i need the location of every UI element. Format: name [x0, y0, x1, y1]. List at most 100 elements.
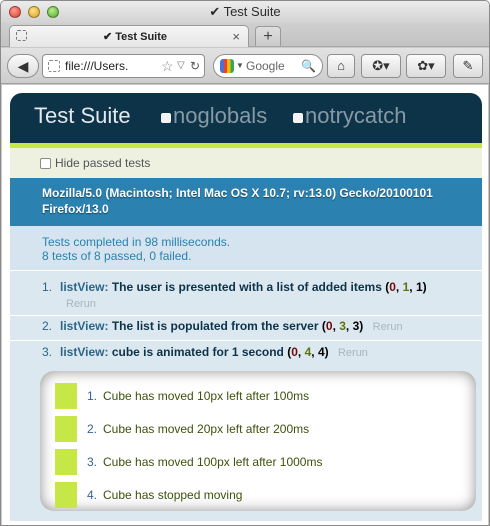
test-item-2[interactable]: 2. listView: The list is populated from … [10, 318, 482, 338]
tab-close-icon[interactable]: × [232, 26, 240, 48]
qunit-toolbar: Hide passed tests [10, 148, 482, 178]
counts-close-paren: ) [359, 319, 364, 333]
zoom-window-button[interactable] [47, 6, 59, 18]
test-results-summary: Tests completed in 98 milliseconds. 8 te… [10, 226, 482, 270]
assertion-item: 1. Cube has moved 10px left after 100ms [55, 383, 455, 409]
results-duration: Tests completed in 98 milliseconds. [42, 235, 231, 249]
test-description[interactable]: listView: The list is populated from the… [60, 318, 450, 335]
counts-separator: , [395, 280, 403, 294]
counts-separator: , [311, 345, 318, 359]
noglobals-label[interactable]: noglobals [173, 93, 267, 139]
address-text[interactable]: file:///Users. [65, 55, 128, 77]
assertion-number: 3. [87, 455, 98, 469]
title-bar: ✔ Test Suite [1, 1, 489, 23]
assertion-text: Cube has moved 20px left after 200ms [103, 422, 310, 436]
qunit-panel: Test Suite noglobals notrycatch Hide pas… [10, 93, 482, 521]
test-item-3[interactable]: 3. listView: cube is animated for 1 seco… [10, 344, 482, 364]
failed-count: 0 [389, 280, 396, 294]
counts-separator: , [409, 280, 416, 294]
assertion-number: 4. [87, 488, 98, 502]
assertion-text: Cube has moved 10px left after 100ms [103, 389, 310, 403]
tab-test-suite[interactable]: ✔ Test Suite × [9, 25, 249, 47]
total-count: 1 [415, 280, 423, 294]
search-engine-label: Google [246, 59, 285, 73]
counts-separator: , [345, 319, 353, 333]
counts-close-paren: ) [422, 280, 427, 294]
test-item-1[interactable]: 1. listView: The user is presented with … [10, 279, 482, 313]
test-description[interactable]: listView: cube is animated for 1 second … [60, 344, 450, 361]
test-description[interactable]: listView: The user is presented with a l… [60, 279, 450, 312]
assertion-item: 2. Cube has moved 20px left after 200ms [55, 416, 455, 442]
window-title: ✔ Test Suite [209, 4, 281, 19]
failed-count: 0 [291, 345, 298, 359]
total-count: 4 [317, 345, 325, 359]
qunit-header: Test Suite noglobals notrycatch [10, 93, 482, 143]
new-tab-button[interactable]: + [255, 26, 281, 46]
minimize-window-button[interactable] [28, 6, 40, 18]
pass-marker [55, 416, 77, 442]
test-name: The user is presented with a list of add… [111, 280, 382, 294]
rerun-link[interactable]: Rerun [60, 298, 96, 310]
rerun-link[interactable]: Rerun [332, 347, 368, 359]
back-arrow-icon: ◀ [17, 58, 29, 74]
test-name: cube is animated for 1 second [111, 345, 284, 359]
test-number: 2. [42, 319, 53, 333]
tab-strip: ✔ Test Suite × + [1, 23, 489, 47]
reload-icon[interactable]: ↻ [190, 55, 200, 77]
bookmarks-icon: ✪▾ [372, 58, 390, 73]
navigation-toolbar: ◀ file:///Users. ☆ ▽ ↻ ▼ Google 🔍 ⌂ ✪▾ ✿… [1, 48, 489, 84]
hide-passed-checkbox[interactable] [40, 158, 51, 169]
assertion-number: 1. [87, 389, 98, 403]
home-button[interactable]: ⌂ [327, 54, 355, 78]
assertion-text: Cube has moved 100px left after 1000ms [103, 455, 323, 469]
close-window-button[interactable] [9, 6, 21, 18]
assertion-text: Cube has stopped moving [103, 488, 243, 502]
page-title[interactable]: Test Suite [34, 93, 131, 139]
tools-icon: ✎ [462, 58, 474, 73]
search-engine-icon[interactable] [220, 59, 234, 73]
notrycatch-checkbox[interactable] [293, 113, 303, 123]
row-divider [10, 270, 482, 271]
search-bar[interactable]: ▼ Google 🔍 [213, 54, 323, 78]
hide-passed-label[interactable]: Hide passed tests [55, 148, 150, 178]
results-counts: 8 tests of 8 passed, 0 failed. [42, 249, 192, 263]
address-bar[interactable]: file:///Users. ☆ ▽ ↻ [42, 54, 205, 78]
test-number: 1. [42, 280, 53, 294]
notrycatch-label[interactable]: notrycatch [305, 93, 407, 139]
rerun-link[interactable]: Rerun [367, 321, 403, 333]
test-module: listView: [60, 319, 109, 333]
noglobals-checkbox[interactable] [161, 113, 171, 123]
browser-window: ✔ Test Suite ✔ Test Suite × + ◀ file:///… [0, 0, 490, 526]
assertion-item: 3. Cube has moved 100px left after 1000m… [55, 449, 455, 475]
tab-title: ✔ Test Suite [102, 31, 168, 43]
site-identity-icon [48, 60, 60, 72]
assertion-list: 1. Cube has moved 10px left after 100ms … [40, 371, 476, 511]
search-engine-dropdown-icon[interactable]: ▼ [236, 55, 244, 77]
pass-marker [55, 383, 77, 409]
failed-count: 0 [325, 319, 333, 333]
url-dropdown-icon[interactable]: ▽ [177, 55, 185, 77]
pass-marker [55, 482, 77, 508]
pass-marker [55, 449, 77, 475]
counts-close-paren: ) [324, 345, 329, 359]
bookmarks-button[interactable]: ✪▾ [361, 54, 401, 78]
counts-separator: , [297, 345, 305, 359]
star-icon[interactable]: ☆ [161, 55, 174, 77]
row-divider [10, 315, 482, 316]
tools-button[interactable]: ✎ [453, 54, 483, 78]
assertion-item: 4. Cube has stopped moving [55, 482, 455, 508]
back-button[interactable]: ◀ [7, 54, 39, 78]
magnifier-icon[interactable]: 🔍 [301, 55, 316, 77]
counts-open-paren: ( [318, 319, 326, 333]
addon-icon: ✿▾ [417, 58, 435, 73]
test-name: The list is populated from the server [111, 319, 319, 333]
passed-count: 3 [339, 319, 346, 333]
home-icon: ⌂ [337, 58, 345, 73]
addon-button[interactable]: ✿▾ [406, 54, 446, 78]
assertion-number: 2. [87, 422, 98, 436]
row-divider [10, 340, 482, 341]
test-number: 3. [42, 345, 53, 359]
tab-favicon-placeholder-icon [16, 30, 27, 41]
test-module: listView: [60, 280, 109, 294]
page-content: Test Suite noglobals notrycatch Hide pas… [2, 85, 488, 525]
